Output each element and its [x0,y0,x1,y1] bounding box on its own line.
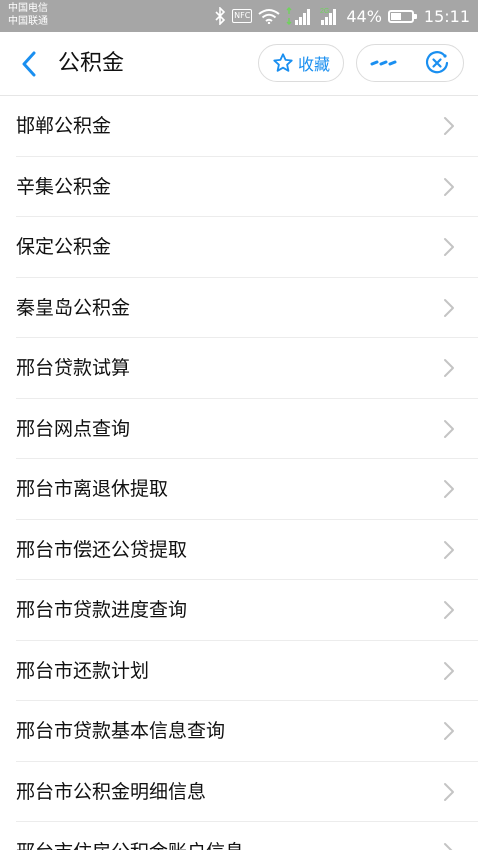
signal-data-icon [286,6,312,26]
star-icon [273,53,293,72]
signal-icon: 2G [318,6,340,26]
list-item-label: 邢台市偿还公贷提取 [16,538,188,561]
title-bar: 公积金 收藏 [0,32,478,96]
wifi-icon [258,8,280,24]
chevron-left-icon [22,51,36,77]
chevron-right-icon [444,419,454,438]
nfc-icon: NFC [232,9,253,23]
clock: 15:11 [423,6,470,26]
chevron-right-icon [444,480,454,498]
list-item[interactable]: 邢台市贷款进度查询 [0,580,478,641]
list-item[interactable]: 邢台市公积金明细信息 [0,762,478,823]
bluetooth-icon [214,7,226,25]
list-item-label: 邢台市贷款进度查询 [16,599,188,621]
list-item[interactable]: 邢台网点查询 [0,399,478,460]
carrier-2: 中国联通 [8,16,48,27]
list-item[interactable]: 邢台市住房公积金账户信息 [0,822,478,850]
chevron-right-icon [444,298,454,317]
list-item[interactable]: 辛集公积金 [0,157,478,218]
battery-percent: 44% [346,6,382,26]
more-dots-icon [370,60,396,66]
list-item-label: 邢台市贷款基本信息查询 [16,720,226,742]
chevron-right-icon [444,843,453,850]
list-item-label: 邢台市还款计划 [16,659,150,682]
chevron-right-icon [444,177,454,196]
list-item-label: 邢台网点查询 [16,417,131,440]
status-icons: NFC 2G 44% 15:11 [214,0,470,32]
list-item[interactable]: 邢台市偿还公贷提取 [0,520,478,581]
screen: 中国电信 中国联通 NFC 2G 44% 15:11 公积金 收藏 邯郸公积金 … [0,0,478,850]
carrier-1: 中国电信 [8,3,48,14]
svg-text:2G: 2G [320,8,329,15]
page-title: 公积金 [58,51,125,76]
carrier-info: 中国电信 中国联通 [8,2,48,28]
chevron-right-icon [444,601,454,619]
list-item-label: 辛集公积金 [16,175,112,198]
list-item[interactable]: 邢台市还款计划 [0,641,478,702]
chevron-right-icon [444,661,454,680]
battery-icon [387,9,417,23]
list-item-label: 邢台市住房公积金账户信息 [16,822,244,850]
more-button[interactable] [357,45,410,81]
chevron-right-icon [444,782,454,801]
chevron-right-icon [444,540,454,559]
chevron-right-icon [444,238,454,256]
list-item-label: 邢台市离退休提取 [16,478,169,500]
list-item[interactable]: 邢台市贷款基本信息查询 [0,701,478,762]
list-item[interactable]: 邯郸公积金 [0,96,478,157]
list-item[interactable]: 邢台贷款试算 [0,338,478,399]
service-list: 邯郸公积金辛集公积金保定公积金秦皇岛公积金 邢台贷款试算 邢台网点查询邢台市离退休提… [0,96,478,850]
list-item[interactable]: 保定公积金 [0,217,478,278]
list-item[interactable]: 秦皇岛公积金 [0,278,478,339]
list-item[interactable]: 邢台市离退休提取 [0,459,478,520]
list-item-label: 秦皇岛公积金 [16,296,131,319]
favorite-button[interactable]: 收藏 [258,44,344,82]
favorite-label: 收藏 [297,55,330,74]
chevron-right-icon [444,117,454,135]
mini-program-capsule [356,44,464,82]
status-bar: 中国电信 中国联通 NFC 2G 44% 15:11 [0,0,478,32]
close-circle-icon [425,51,448,74]
chevron-right-icon [444,359,454,377]
back-button[interactable] [14,49,44,79]
close-button[interactable] [410,45,463,81]
list-item-label: 邢台贷款试算 [16,357,131,379]
chevron-right-icon [444,722,454,740]
list-item-label: 邢台市公积金明细信息 [16,780,207,803]
list-item-label: 保定公积金 [16,236,112,258]
list-item-label: 邯郸公积金 [16,115,112,137]
battery-level [390,12,401,20]
